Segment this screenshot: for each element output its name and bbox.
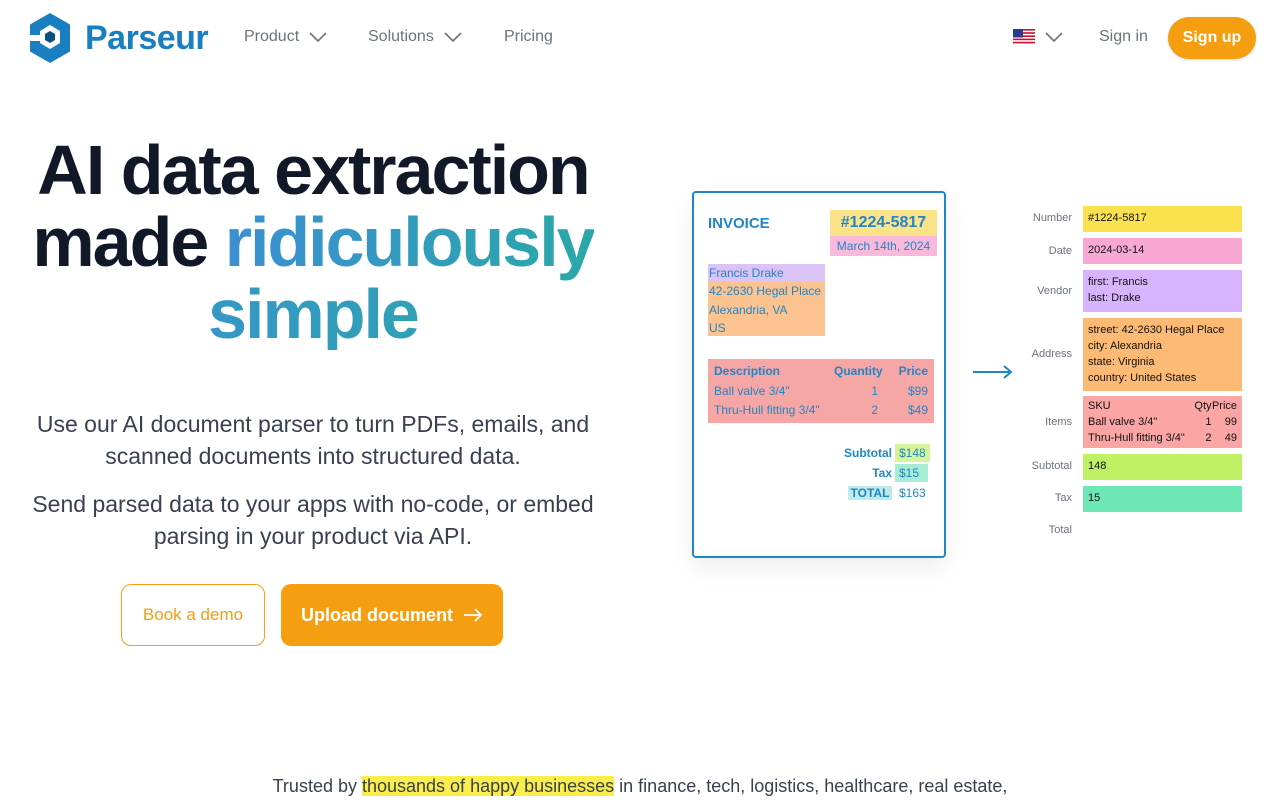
arrow-right-icon (464, 608, 483, 622)
brand-logo[interactable]: Parseur (26, 11, 209, 65)
invoice-date: March 14th, 2024 (830, 236, 937, 256)
field-label-total: Total (1048, 524, 1072, 536)
item-description: Thru-Hull fitting 3/4" (714, 403, 820, 417)
parseur-logo-icon (28, 13, 70, 63)
signin-link[interactable]: Sign in (1099, 28, 1148, 46)
invoice-address-line: 42-2630 Hegal Place (709, 284, 822, 298)
header-price: Price (898, 364, 928, 378)
invoice-items-header: Description Quantity Price (714, 361, 928, 381)
item-price: 99 (1224, 416, 1237, 428)
invoice-number: #1224-5817 (830, 210, 937, 236)
signup-button[interactable]: Sign up (1168, 17, 1256, 59)
hero-title-line2: made ridiculously (30, 206, 596, 278)
field-value-vendor: first: Francis last: Drake (1083, 270, 1242, 312)
field-label-subtotal: Subtotal (1031, 460, 1072, 472)
item-quantity: 2 (871, 403, 878, 417)
vendor-first: first: Francis (1088, 276, 1148, 288)
field-label-tax: Tax (1054, 492, 1072, 504)
trusted-by-text: Trusted by thousands of happy businesses… (0, 776, 1280, 797)
language-selector[interactable] (1013, 29, 1063, 45)
field-value-items: SKU Qty Price Ball valve 3/4" 1 99 Thru-… (1083, 396, 1242, 448)
total-label: TOTAL (848, 486, 892, 500)
invoice-vendor: Francis Drake (708, 264, 825, 282)
nav-product-menu[interactable]: Product (244, 28, 327, 46)
invoice-tax: Tax $15 (832, 464, 928, 482)
total-value: $163 (899, 486, 926, 500)
subtotal-label: Subtotal (844, 446, 892, 460)
item-price: $99 (907, 384, 928, 398)
top-navbar: Parseur Product Solutions Pricing Sign i… (0, 0, 1280, 76)
hero-subtitle-1: Use our AI document parser to turn PDFs,… (36, 411, 590, 469)
items-header-sku: SKU (1088, 400, 1111, 412)
tax-label: Tax (872, 466, 892, 480)
table-row: Thru-Hull fitting 3/4" 2 $49 (714, 400, 928, 420)
arrow-right-icon (973, 365, 1013, 379)
item-quantity: 1 (871, 384, 878, 398)
field-value-subtotal: 148 (1083, 454, 1242, 480)
us-flag-icon (1013, 29, 1035, 45)
field-label-number: Number (1032, 212, 1072, 224)
field-value-number: #1224-5817 (1083, 206, 1242, 232)
hero-title: AI data extraction made ridiculously sim… (30, 134, 596, 350)
invoice-address: 42-2630 Hegal Place Alexandria, VA US (708, 282, 825, 336)
nav-solutions-menu[interactable]: Solutions (368, 28, 462, 46)
field-label-items: Items (1045, 416, 1072, 428)
invoice-total: TOTAL $163 (832, 484, 930, 502)
nav-pricing-link[interactable]: Pricing (504, 28, 553, 46)
table-row: Ball valve 3/4" 1 99 (1088, 414, 1237, 430)
tax-value: $15 (895, 464, 928, 482)
upload-document-button[interactable]: Upload document (281, 584, 503, 646)
invoice-subtotal: Subtotal $148 (832, 444, 930, 462)
trusted-prefix: Trusted by (272, 776, 362, 796)
item-sku: Thru-Hull fitting 3/4" (1088, 432, 1185, 444)
address-city: city: Alexandria (1088, 340, 1162, 352)
invoice-title: INVOICE (708, 215, 770, 232)
trusted-highlight: thousands of happy businesses (361, 776, 615, 796)
chevron-down-icon (444, 32, 462, 42)
subtotal-value: $148 (895, 444, 930, 462)
field-value-date: 2024-03-14 (1083, 238, 1242, 264)
chevron-down-icon (1045, 32, 1063, 42)
trusted-suffix: in finance, tech, logistics, healthcare,… (614, 776, 1008, 796)
hero-subtitle-2: Send parsed data to your apps with no-co… (32, 491, 594, 549)
invoice-items-table: Description Quantity Price Ball valve 3/… (708, 359, 934, 423)
items-header: SKU Qty Price (1088, 398, 1237, 414)
address-country: country: United States (1088, 372, 1197, 384)
field-label-address: Address (1031, 348, 1072, 360)
table-row: Ball valve 3/4" 1 $99 (714, 381, 928, 401)
upload-document-label: Upload document (301, 604, 453, 625)
field-value-address: street: 42-2630 Hegal Place city: Alexan… (1083, 318, 1242, 391)
items-header-qty: Qty (1194, 400, 1212, 412)
book-demo-button[interactable]: Book a demo (121, 584, 265, 646)
chevron-down-icon (309, 32, 327, 42)
header-quantity: Quantity (834, 364, 883, 378)
header-description: Description (714, 364, 781, 378)
nav-solutions-label: Solutions (368, 28, 434, 45)
field-label-date: Date (1048, 245, 1072, 257)
invoice-address-line: US (709, 321, 726, 335)
brand-name: Parseur (85, 18, 209, 57)
invoice-illustration: INVOICE #1224-5817 March 14th, 2024 Fran… (692, 191, 946, 558)
hero-title-line1: AI data extraction (37, 131, 590, 209)
hero-title-line3: simple (30, 278, 596, 350)
nav-product-label: Product (244, 28, 300, 45)
address-state: state: Virginia (1088, 356, 1155, 368)
item-sku: Ball valve 3/4" (1088, 416, 1158, 428)
field-value-tax: 15 (1083, 486, 1242, 512)
table-row: Thru-Hull fitting 3/4" 2 49 (1088, 430, 1237, 446)
item-qty: 2 (1205, 432, 1212, 444)
field-label-vendor: Vendor (1037, 285, 1072, 297)
nav-pricing-label: Pricing (504, 28, 553, 45)
items-header-price: Price (1211, 400, 1237, 412)
item-price: 49 (1224, 432, 1237, 444)
vendor-last: last: Drake (1088, 292, 1141, 304)
item-price: $49 (907, 403, 928, 417)
address-street: street: 42-2630 Hegal Place (1088, 324, 1225, 336)
item-qty: 1 (1205, 416, 1212, 428)
invoice-address-line: Alexandria, VA (709, 302, 788, 317)
hero-title-made: made (32, 203, 225, 281)
hero-title-ridiculously: ridiculously (224, 203, 596, 281)
item-description: Ball valve 3/4" (714, 384, 790, 398)
